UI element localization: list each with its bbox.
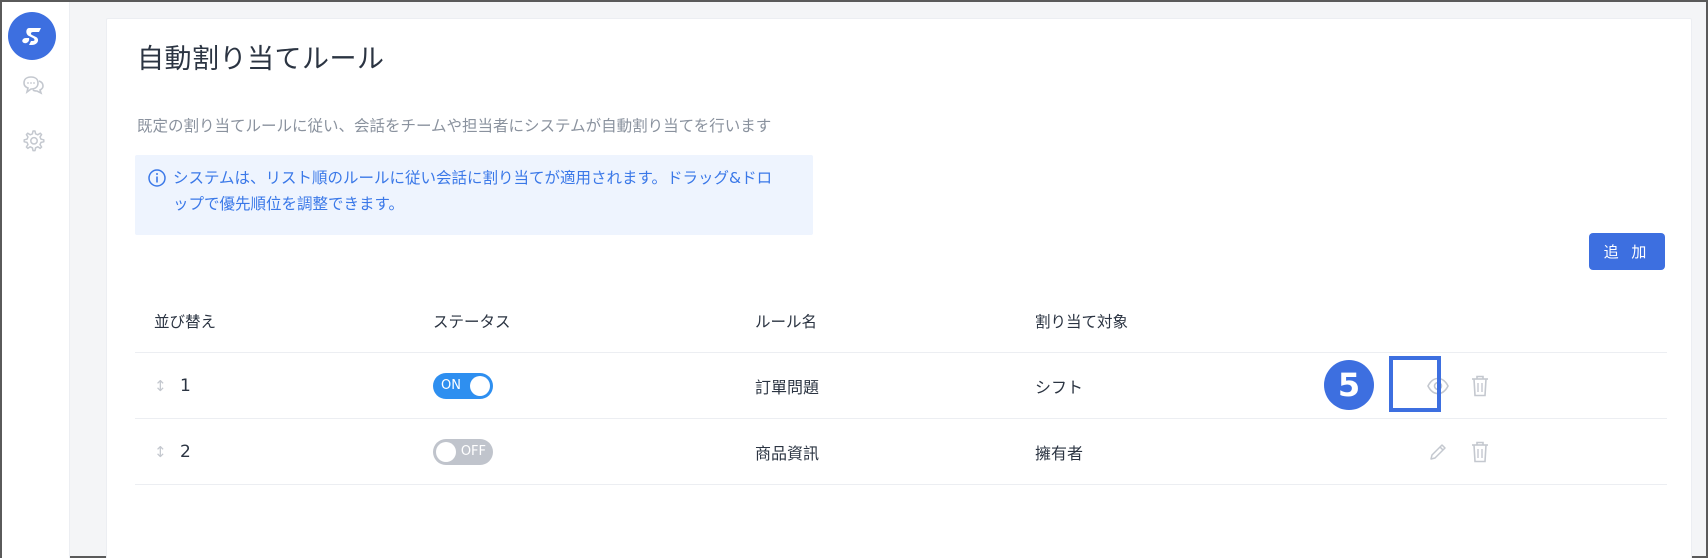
- sort-cell: ↕ 1: [154, 353, 191, 418]
- sidebar: [2, 2, 70, 558]
- header-status: ステータス: [433, 312, 511, 331]
- info-text-line-2: ップで優先順位を調整できます。: [173, 195, 404, 213]
- sort-cell: ↕ 2: [154, 419, 191, 484]
- order-number: 2: [180, 441, 191, 462]
- highlight-box: [1389, 356, 1441, 412]
- gear-icon[interactable]: [20, 128, 46, 154]
- status-cell: OFF: [433, 419, 493, 484]
- info-icon: [148, 169, 166, 187]
- header-rule-name: ルール名: [755, 312, 818, 331]
- status-cell: ON: [433, 353, 493, 418]
- drag-handle-icon[interactable]: ↕: [154, 443, 167, 461]
- page-title: 自動割り当てルール: [137, 44, 385, 75]
- rule-name: 訂單問題: [755, 377, 820, 397]
- info-notice: システムは、リスト順のルールに従い会話に割り当てが適用されます。ドラッグ&ドロ …: [135, 155, 813, 235]
- status-toggle[interactable]: OFF: [433, 438, 493, 465]
- toggle-knob: [470, 375, 490, 396]
- toggle-label: OFF: [460, 444, 486, 459]
- rule-target: シフト: [1035, 377, 1084, 397]
- table-row[interactable]: ↕ 2 OFF 商品資訊 擁有者: [135, 419, 1667, 485]
- drag-handle-icon[interactable]: ↕: [154, 377, 167, 395]
- app-logo[interactable]: [8, 12, 56, 60]
- header-sort: 並び替え: [154, 312, 217, 331]
- page-description: 既定の割り当てルールに従い、会話をチームや担当者にシステムが自動割り当てを行いま…: [137, 117, 772, 135]
- pencil-icon[interactable]: [1425, 439, 1451, 465]
- status-toggle[interactable]: ON: [433, 372, 493, 399]
- trash-icon[interactable]: [1467, 439, 1493, 465]
- add-rule-button[interactable]: 追 加: [1589, 233, 1665, 270]
- rule-target: 擁有者: [1035, 443, 1084, 463]
- toggle-knob: [436, 441, 456, 462]
- chat-icon[interactable]: [20, 72, 46, 98]
- rule-name: 商品資訊: [755, 443, 820, 463]
- trash-icon[interactable]: [1467, 373, 1493, 399]
- toggle-label: ON: [441, 378, 461, 393]
- info-text-line-1: システムは、リスト順のルールに従い会話に割り当てが適用されます。ドラッグ&ドロ: [173, 169, 773, 187]
- header-target: 割り当て対象: [1035, 312, 1129, 331]
- content-card: 自動割り当てルール 既定の割り当てルールに従い、会話をチームや担当者にシステムが…: [106, 18, 1692, 558]
- info-text: システムは、リスト順のルールに従い会話に割り当てが適用されます。ドラッグ&ドロ …: [173, 165, 803, 217]
- actions-cell: [1425, 419, 1509, 484]
- table-header-row: 並び替え ステータス ルール名 割り当て対象: [135, 289, 1667, 353]
- order-number: 1: [180, 375, 191, 396]
- step-number-badge: 5: [1324, 360, 1374, 410]
